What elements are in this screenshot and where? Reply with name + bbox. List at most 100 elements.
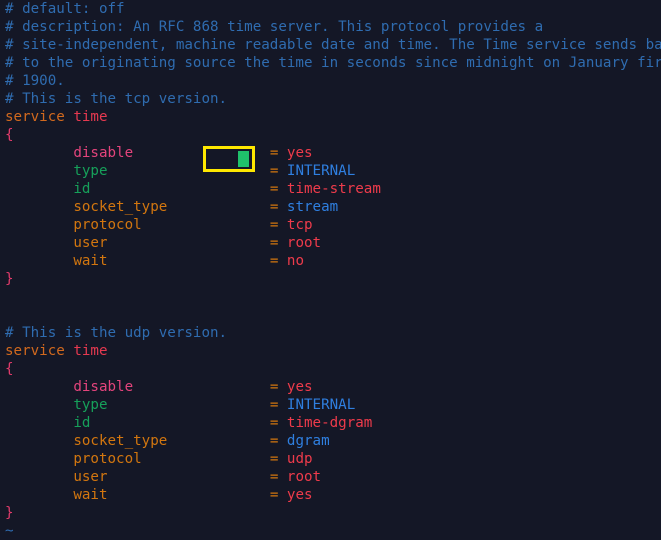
attr-key-wait: wait — [73, 253, 108, 269]
comment-text: # This is the tcp version. — [5, 91, 228, 107]
attr-key-wait: wait — [73, 487, 108, 503]
comment-text: # default: off — [5, 1, 125, 17]
comment-text: # This is the udp version. — [5, 325, 228, 341]
code-line-comment: # description: An RFC 868 time server. T… — [0, 18, 661, 36]
attr-key-user: user — [73, 235, 108, 251]
code-line-comment: # 1900. — [0, 72, 661, 90]
attr-key-protocol: protocol — [73, 451, 142, 467]
attr-key-type: type — [73, 397, 108, 413]
code-line-entry[interactable]: socket_type = stream — [0, 198, 661, 216]
attr-key-id: id — [73, 181, 91, 197]
code-line-comment: # This is the udp version. — [0, 324, 661, 342]
code-line-entry[interactable]: socket_type = dgram — [0, 432, 661, 450]
pad — [142, 451, 270, 467]
brace-open: { — [5, 361, 14, 377]
attr-value-user[interactable]: root — [287, 469, 321, 485]
brace-open: { — [5, 127, 14, 143]
text-editor-viewport[interactable]: # default: off # description: An RFC 868… — [0, 0, 661, 539]
text-cursor — [238, 151, 249, 167]
code-line-entry[interactable]: id = time-dgram — [0, 414, 661, 432]
code-line-entry[interactable]: disable = yes — [0, 144, 661, 162]
pad — [108, 487, 270, 503]
code-line-service-decl: service time — [0, 342, 661, 360]
pad — [133, 379, 270, 395]
code-line-comment: # to the originating source the time in … — [0, 54, 661, 72]
attr-key-user: user — [73, 469, 108, 485]
service-name: time — [73, 109, 108, 125]
code-line-entry[interactable]: wait = no — [0, 252, 661, 270]
code-line-eof-filler: ~ — [0, 522, 661, 540]
attr-value-user[interactable]: root — [287, 235, 321, 251]
brace-close: } — [5, 271, 14, 287]
pad — [167, 433, 270, 449]
attr-value-socket-type[interactable]: dgram — [287, 433, 330, 449]
service-name: time — [73, 343, 108, 359]
pad — [167, 199, 270, 215]
code-line-entry[interactable]: user = root — [0, 234, 661, 252]
code-line-comment: # default: off — [0, 0, 661, 18]
code-line-comment: # site-independent, machine readable dat… — [0, 36, 661, 54]
comment-text: # description: An RFC 868 time server. T… — [5, 19, 544, 35]
code-line-entry[interactable]: protocol = udp — [0, 450, 661, 468]
attr-value-disable[interactable]: yes — [287, 145, 313, 161]
code-line-brace-open: { — [0, 360, 661, 378]
code-line-entry[interactable]: id = time-stream — [0, 180, 661, 198]
service-keyword: service — [5, 109, 65, 125]
code-line-entry[interactable]: type = INTERNAL — [0, 162, 661, 180]
attr-key-id: id — [73, 415, 91, 431]
comment-text: # 1900. — [5, 73, 65, 89]
attr-value-type[interactable]: INTERNAL — [287, 163, 355, 179]
attr-key-type: type — [73, 163, 108, 179]
code-line-brace-close: } — [0, 504, 661, 522]
pad — [108, 235, 270, 251]
service-keyword: service — [5, 343, 65, 359]
code-line-entry[interactable]: wait = yes — [0, 486, 661, 504]
brace-close: } — [5, 505, 14, 521]
code-line-comment: # This is the tcp version. — [0, 90, 661, 108]
attr-value-disable[interactable]: yes — [287, 379, 313, 395]
comment-text: # to the originating source the time in … — [5, 55, 661, 71]
eof-tilde-marker: ~ — [5, 523, 14, 539]
code-line-entry[interactable]: protocol = tcp — [0, 216, 661, 234]
attr-value-protocol[interactable]: udp — [287, 451, 313, 467]
code-line-entry[interactable]: user = root — [0, 468, 661, 486]
attr-value-protocol[interactable]: tcp — [287, 217, 313, 233]
code-line-entry[interactable]: disable = yes — [0, 378, 661, 396]
pad — [90, 181, 269, 197]
attr-value-id[interactable]: time-dgram — [287, 415, 372, 431]
attr-value-id[interactable]: time-stream — [287, 181, 381, 197]
attr-key-disable: disable — [73, 379, 134, 395]
pad — [133, 145, 270, 161]
code-line-brace-close: } — [0, 270, 661, 288]
attr-value-wait[interactable]: yes — [287, 487, 313, 503]
pad — [90, 415, 269, 431]
attr-value-wait[interactable]: no — [287, 253, 304, 269]
code-line-entry[interactable]: type = INTERNAL — [0, 396, 661, 414]
attr-value-socket-type[interactable]: stream — [287, 199, 338, 215]
attr-value-type[interactable]: INTERNAL — [287, 397, 355, 413]
